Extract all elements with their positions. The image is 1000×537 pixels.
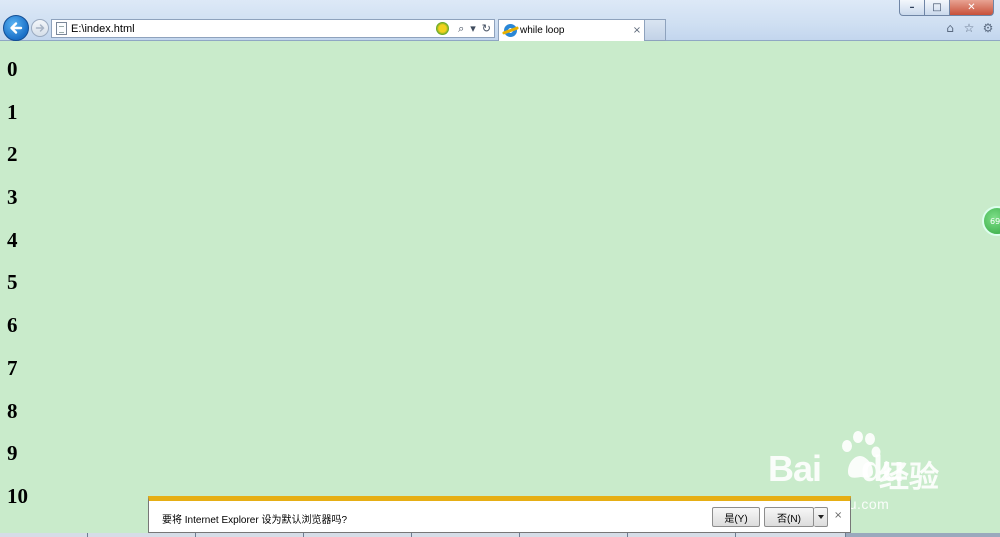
taskbar-item[interactable] [736, 533, 846, 537]
taskbar [0, 533, 1000, 537]
notification-close-icon[interactable]: × [834, 510, 842, 521]
taskbar-item[interactable] [0, 533, 88, 537]
loop-output-3: 3 [7, 185, 18, 210]
no-options-dropdown[interactable] [814, 507, 828, 527]
taskbar-item[interactable] [628, 533, 736, 537]
ie-icon [504, 24, 517, 37]
search-icon[interactable]: ⌕ [455, 22, 467, 36]
loop-output-10: 10 [7, 483, 28, 508]
browser-tools: ⌂ ☆ ⚙ [942, 20, 996, 36]
default-browser-notification: 要将 Internet Explorer 设为默认浏览器吗? 是(Y) 否(N)… [148, 496, 851, 533]
baidu-logo-du: du [861, 448, 904, 489]
yes-button[interactable]: 是(Y) [712, 507, 760, 527]
refresh-icon[interactable]: ↻ [479, 22, 494, 35]
no-button[interactable]: 否(N) [764, 507, 814, 527]
close-window-button[interactable]: ✕ [950, 0, 994, 16]
loop-output-6: 6 [7, 313, 18, 338]
new-tab-button[interactable] [645, 19, 666, 41]
taskbar-item[interactable] [88, 533, 196, 537]
baidu-paw-icon [842, 431, 881, 478]
speed-badge[interactable]: 69 [982, 206, 1000, 236]
taskbar-item[interactable] [196, 533, 304, 537]
loop-output-1: 1 [7, 99, 18, 124]
forward-arrow-icon [35, 24, 45, 32]
tab-while-loop[interactable]: while loop × [498, 19, 645, 41]
page-content: 0 1 2 3 4 5 6 7 8 9 10 [7, 55, 28, 525]
minimize-button[interactable]: – [899, 0, 925, 16]
loop-output-8: 8 [7, 398, 18, 423]
taskbar-item[interactable] [520, 533, 628, 537]
notification-message: 要将 Internet Explorer 设为默认浏览器吗? [162, 515, 348, 526]
browser-toolbar: – □ ✕ E:\index.html ⌕ ▾ ↻ while loop × ⌂… [0, 0, 1000, 41]
loop-output-5: 5 [7, 270, 18, 295]
forward-button[interactable] [31, 19, 49, 37]
gear-icon[interactable]: ⚙ [980, 20, 996, 36]
baidu-logo-bai: Bai [768, 448, 822, 489]
window-controls: – □ ✕ [899, 0, 994, 16]
loop-output-2: 2 [7, 142, 18, 167]
favorites-star-icon[interactable]: ☆ [961, 20, 977, 36]
taskbar-item[interactable] [412, 533, 520, 537]
page-icon [56, 22, 67, 35]
loop-output-9: 9 [7, 441, 18, 466]
dropdown-icon[interactable]: ▾ [467, 22, 479, 35]
taskbar-item[interactable] [304, 533, 412, 537]
loop-output-0: 0 [7, 57, 18, 81]
maximize-button[interactable]: □ [925, 0, 950, 16]
compat-view-icon[interactable] [436, 22, 450, 35]
loop-output-4: 4 [7, 227, 18, 252]
baidu-logo-text: Bai du [768, 448, 904, 490]
address-bar[interactable]: E:\index.html ⌕ ▾ ↻ [51, 19, 495, 38]
back-button[interactable] [3, 15, 29, 41]
tab-title: while loop [520, 25, 565, 36]
address-text[interactable]: E:\index.html [71, 23, 436, 35]
jingyan-text: 经验 [879, 460, 939, 495]
home-icon[interactable]: ⌂ [942, 20, 958, 36]
tab-close-icon[interactable]: × [630, 25, 644, 36]
loop-output-7: 7 [7, 355, 18, 380]
back-arrow-icon [10, 22, 23, 34]
